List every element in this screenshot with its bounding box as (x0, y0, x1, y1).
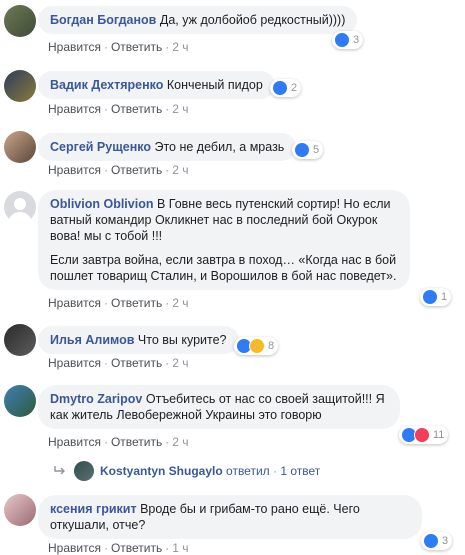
reply-author[interactable]: Kostyantyn Shugaylo (100, 464, 223, 478)
reply-link[interactable]: Ответить (111, 296, 162, 310)
like-reaction-icon (423, 533, 439, 549)
comment-text: Это не дебил, а мразь (154, 140, 285, 154)
timestamp[interactable]: 2 ч (172, 356, 188, 370)
avatar[interactable] (4, 70, 36, 102)
timestamp[interactable]: 2 ч (172, 296, 188, 310)
like-link[interactable]: Нравится (48, 356, 101, 370)
comment-text: Да, уж долбойоб редкостный)))) (159, 13, 346, 27)
timestamp[interactable]: 2 ч (172, 163, 188, 177)
reply-dot: · (273, 464, 277, 478)
comment-author[interactable]: Oblivion Oblivion (50, 197, 153, 211)
comment-actions: Нравится · Ответить · 2 ч (48, 102, 189, 116)
comment-actions: Нравится · Ответить · 2 ч (48, 296, 189, 310)
comment-author[interactable]: ксения грикит (50, 502, 137, 516)
reply-link[interactable]: Ответить (111, 356, 162, 370)
love-reaction-icon (414, 427, 430, 443)
reaction-count[interactable]: 3 (421, 532, 453, 550)
avatar[interactable] (4, 385, 36, 417)
reply-link[interactable]: Ответить (111, 163, 162, 177)
comment-author[interactable]: Вадик Дехтяренко (50, 78, 163, 92)
like-link[interactable]: Нравится (48, 435, 101, 449)
reaction-count[interactable]: 8 (234, 337, 279, 355)
reply-link[interactable]: Ответить (111, 40, 162, 54)
timestamp[interactable]: 2 ч (172, 435, 188, 449)
comment-bubble: Сергей Рущенко Это не дебил, а мразь (38, 133, 297, 161)
comment-bubble: Богдан Богданов Да, уж долбойоб редкостн… (38, 6, 358, 34)
avatar[interactable] (4, 324, 36, 356)
comment-text: Конченый пидор (166, 78, 263, 92)
avatar[interactable] (4, 5, 36, 37)
comment-text-paragraph: Если завтра война, если завтра в поход… … (50, 253, 397, 283)
avatar[interactable] (4, 191, 36, 223)
reaction-count[interactable]: 2 (270, 79, 302, 97)
comment-paragraph: Oblivion Oblivion В Говне весь путенский… (50, 196, 398, 244)
timestamp[interactable]: 2 ч (172, 102, 188, 116)
comment-actions: Нравится · Ответить · 2 ч (48, 163, 189, 177)
reply-count[interactable]: 1 ответ (280, 464, 320, 478)
reaction-count[interactable]: 3 (332, 31, 364, 49)
comment-actions: Нравится · Ответить · 2 ч (48, 356, 189, 370)
reply-verb: ответил (226, 464, 270, 478)
reaction-count[interactable]: 11 (399, 426, 449, 444)
comment-author[interactable]: Сергей Рущенко (50, 140, 151, 154)
like-link[interactable]: Нравится (48, 102, 101, 116)
like-reaction-icon (272, 80, 288, 96)
like-reaction-icon (334, 32, 350, 48)
avatar (74, 461, 94, 481)
comment-bubble: Илья Алимов Что вы курите? (38, 326, 239, 354)
comment-actions: Нравится · Ответить · 2 ч (48, 435, 189, 449)
haha-reaction-icon (249, 338, 265, 354)
default-avatar-icon (9, 198, 31, 223)
like-reaction-icon (422, 289, 438, 305)
avatar[interactable] (4, 131, 36, 163)
like-link[interactable]: Нравится (48, 163, 101, 177)
comment-author[interactable]: Dmytro Zaripov (50, 392, 142, 406)
comment-bubble: Вадик Дехтяренко Конченый пидор (38, 71, 275, 99)
comment-author[interactable]: Илья Алимов (50, 333, 134, 347)
like-link[interactable]: Нравится (48, 296, 101, 310)
like-link[interactable]: Нравится (48, 40, 101, 54)
reply-arrow-icon (54, 466, 65, 475)
reaction-count[interactable]: 1 (420, 288, 452, 306)
comment-bubble: Dmytro Zaripov Отъебитесь от нас со свое… (38, 385, 400, 429)
comment-author[interactable]: Богдан Богданов (50, 13, 156, 27)
comment-text: Что вы курите? (137, 333, 227, 347)
reply-link[interactable]: Ответить (111, 102, 162, 116)
like-reaction-icon (294, 142, 310, 158)
comment-bubble: ксения грикит Вроде бы и грибам-то рано … (38, 495, 422, 539)
comment-bubble: Oblivion Oblivion В Говне весь путенский… (38, 190, 410, 290)
timestamp[interactable]: 2 ч (172, 40, 188, 54)
reply-link[interactable]: Ответить (111, 435, 162, 449)
comment-actions: Нравится · Ответить · 2 ч (48, 40, 189, 54)
reaction-count[interactable]: 5 (292, 141, 324, 159)
avatar[interactable] (4, 494, 36, 526)
